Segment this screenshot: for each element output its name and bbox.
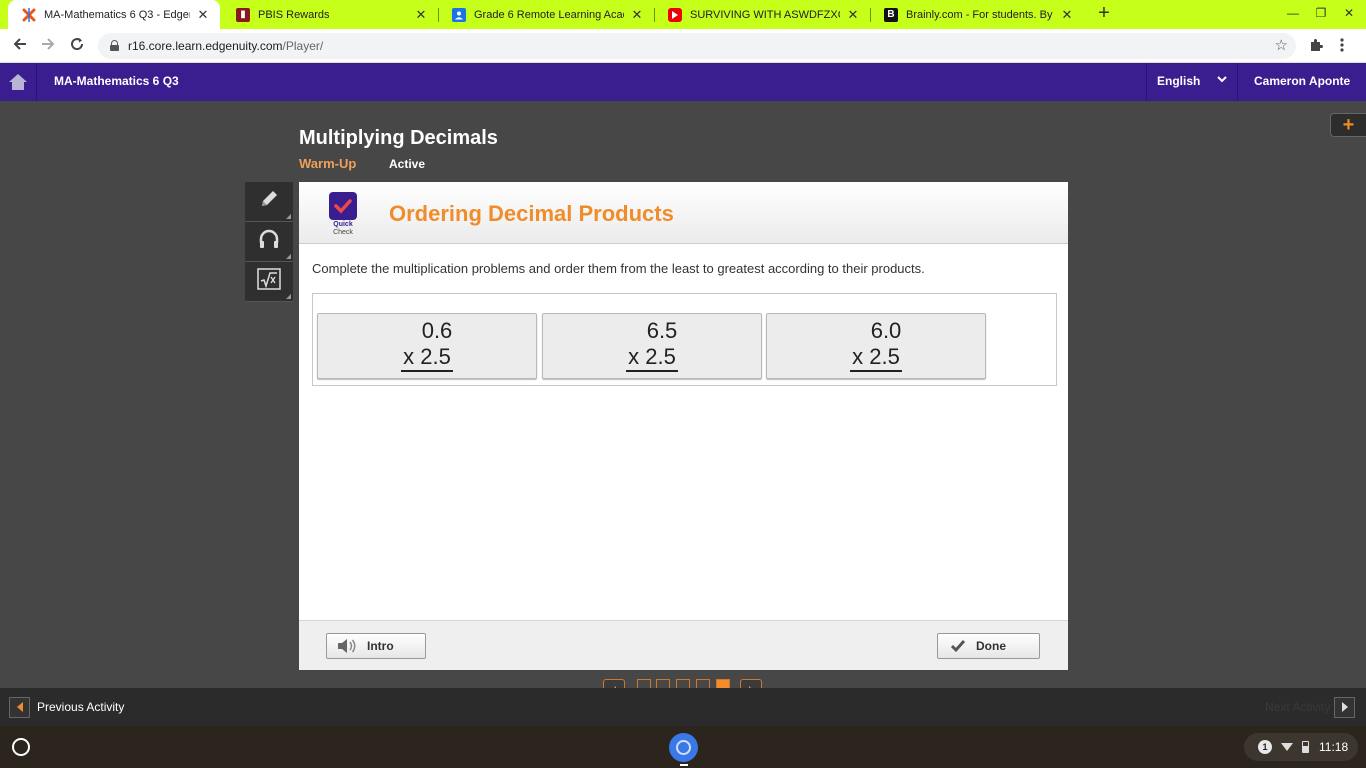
close-window-icon[interactable]: ✕ — [1341, 6, 1357, 20]
problem-multiplier: x 2.5 — [767, 344, 985, 372]
close-tab-icon[interactable]: ✕ — [846, 7, 860, 23]
activity-frame: Quick Check Ordering Decimal Products Co… — [299, 182, 1068, 670]
user-name[interactable]: Cameron Aponte — [1254, 74, 1350, 88]
tab-edgenuity[interactable]: MA-Mathematics 6 Q3 - Edgenuity ✕ — [8, 0, 220, 29]
lesson-status: Active — [389, 157, 426, 171]
activity-footer: Intro Done — [299, 620, 1068, 670]
battery-icon — [1302, 741, 1309, 753]
intro-label: Intro — [367, 639, 394, 653]
youtube-logo-icon — [668, 7, 682, 22]
problem-top-number: 0.6 — [421, 318, 453, 343]
browser-tab-strip: MA-Mathematics 6 Q3 - Edgenuity ✕ ▮ PBIS… — [0, 0, 1366, 29]
reload-icon[interactable] — [67, 36, 87, 56]
checkmark-icon — [950, 639, 966, 653]
new-tab-button[interactable]: + — [1094, 3, 1114, 24]
next-activity-button[interactable] — [1334, 697, 1355, 718]
problem-card[interactable]: 6.5 x 2.5 — [542, 313, 762, 379]
running-app-indicator — [680, 764, 688, 766]
activity-title: Ordering Decimal Products — [389, 201, 674, 226]
app-header: MA-Mathematics 6 Q3 English Cameron Apon… — [0, 63, 1366, 101]
forward-icon[interactable] — [38, 36, 58, 56]
square-root-icon — [257, 268, 281, 295]
edgenuity-logo-icon — [22, 7, 36, 22]
address-bar[interactable]: r16.core.learn.edgenuity.com/Player/ ☆ — [98, 33, 1296, 59]
clock-time: 11:18 — [1319, 740, 1349, 754]
chrome-app-icon[interactable] — [669, 733, 698, 762]
minimize-icon[interactable]: — — [1285, 6, 1301, 20]
browser-toolbar: r16.core.learn.edgenuity.com/Player/ ☆ — [0, 29, 1366, 63]
tab-title: Grade 6 Remote Learning Academy — [474, 8, 624, 21]
notification-count-badge[interactable]: 1 — [1258, 740, 1272, 754]
close-tab-icon[interactable]: ✕ — [196, 7, 210, 23]
intro-button[interactable]: Intro — [326, 633, 426, 659]
lesson-section: Warm-Up — [299, 156, 357, 171]
tab-title: MA-Mathematics 6 Q3 - Edgenuity — [44, 8, 190, 21]
problem-multiplier: x 2.5 — [318, 344, 536, 372]
quick-check-label: Quick Check — [333, 221, 353, 236]
problem-card[interactable]: 6.0 x 2.5 — [766, 313, 986, 379]
tab-title: SURVIVING WITH ASWDFZXC IN — [690, 8, 840, 21]
next-activity-label: Next Activity — [1265, 700, 1331, 714]
tab-brainly[interactable]: B Brainly.com - For students. By student… — [870, 0, 1084, 29]
problem-top-number: 6.0 — [870, 318, 902, 343]
speaker-icon — [337, 638, 357, 654]
done-label: Done — [976, 639, 1006, 653]
previous-activity-button[interactable] — [9, 697, 30, 718]
problem-drop-area: 0.6 x 2.5 6.5 x 2.5 6.0 x 2.5 — [312, 293, 1057, 386]
lesson-title: Multiplying Decimals — [299, 127, 498, 149]
browser-menu-icon[interactable] — [1340, 37, 1344, 56]
extensions-puzzle-icon[interactable] — [1308, 37, 1324, 56]
home-icon[interactable] — [0, 63, 37, 101]
close-tab-icon[interactable]: ✕ — [1060, 7, 1074, 23]
problem-multiplier: x 2.5 — [543, 344, 761, 372]
problem-card[interactable]: 0.6 x 2.5 — [317, 313, 537, 379]
previous-activity-label[interactable]: Previous Activity — [37, 700, 124, 714]
wifi-icon — [1281, 743, 1293, 751]
lock-icon — [110, 40, 119, 51]
pencil-icon — [258, 188, 280, 215]
close-tab-icon[interactable]: ✕ — [414, 7, 428, 23]
language-select[interactable]: English — [1146, 63, 1238, 101]
os-shelf: 1 11:18 — [0, 726, 1366, 768]
course-title[interactable]: MA-Mathematics 6 Q3 — [54, 74, 179, 88]
back-icon[interactable] — [10, 36, 30, 56]
done-button[interactable]: Done — [937, 633, 1040, 659]
system-tray[interactable]: 1 11:18 — [1244, 733, 1358, 761]
activity-navigation-bar: Previous Activity Next Activity — [0, 688, 1366, 726]
tab-pbis-rewards[interactable]: ▮ PBIS Rewards ✕ — [222, 0, 438, 29]
expand-plus-button[interactable]: + — [1330, 113, 1366, 137]
quick-check-badge-icon — [329, 192, 357, 220]
url-text: r16.core.learn.edgenuity.com/Player/ — [128, 39, 324, 53]
instructions-text: Complete the multiplication problems and… — [312, 261, 925, 276]
calculator-tool-button[interactable] — [245, 262, 293, 302]
launcher-icon[interactable] — [12, 738, 30, 756]
caret-left-icon — [16, 699, 24, 717]
tab-youtube-video[interactable]: SURVIVING WITH ASWDFZXC IN ✕ — [654, 0, 870, 29]
brainly-logo-icon: B — [884, 7, 898, 22]
activity-header: Quick Check Ordering Decimal Products — [299, 182, 1068, 244]
chevron-down-icon — [1217, 74, 1227, 86]
restore-icon[interactable]: ❐ — [1313, 6, 1329, 20]
caret-right-icon — [1341, 699, 1349, 717]
bookmark-star-icon[interactable]: ☆ — [1275, 36, 1288, 54]
tab-title: PBIS Rewards — [258, 8, 330, 21]
pencil-tool-button[interactable] — [245, 182, 293, 222]
close-tab-icon[interactable]: ✕ — [630, 7, 644, 23]
problem-top-number: 6.5 — [646, 318, 678, 343]
language-label: English — [1157, 74, 1201, 88]
classroom-logo-icon — [452, 7, 466, 22]
pbis-logo-icon: ▮ — [236, 7, 250, 22]
tab-grade6-academy[interactable]: Grade 6 Remote Learning Academy ✕ — [438, 0, 654, 29]
audio-tool-button[interactable] — [245, 222, 293, 262]
tab-title: Brainly.com - For students. By students. — [906, 8, 1054, 21]
tool-panel — [245, 182, 293, 304]
headphones-icon — [257, 228, 281, 255]
